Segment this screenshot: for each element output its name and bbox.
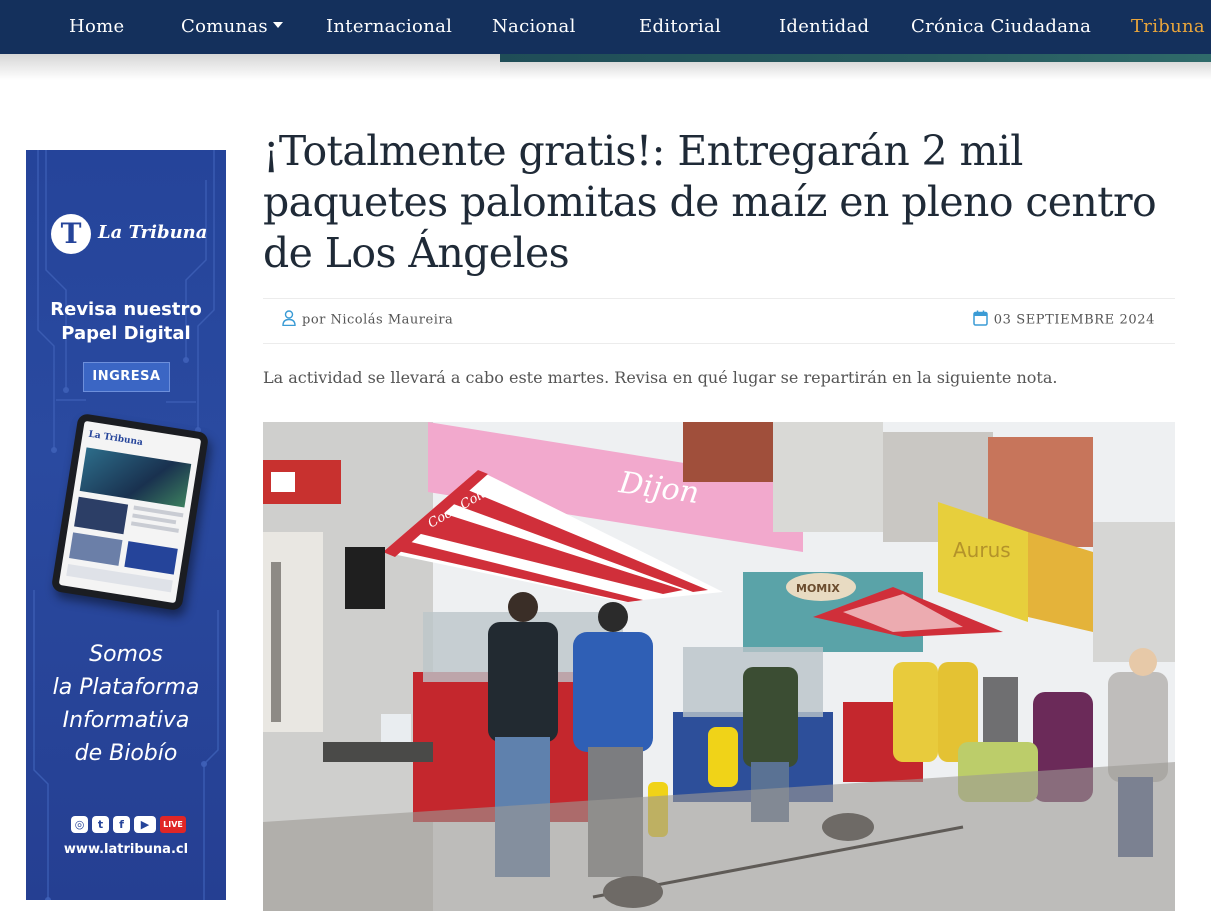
article-photo: Dijon Aurus MOMIX Coca-Cola — [263, 422, 1175, 911]
ad-social-icons: ◎ t f ▶ LIVE — [71, 814, 186, 836]
momix-sign: MOMIX — [796, 582, 840, 595]
ad-slogan-line: de Biobío — [74, 741, 178, 766]
ad-slogan-line: Informativa — [62, 708, 190, 733]
article-lead: La actividad se llevará a cabo este mart… — [263, 368, 1058, 387]
ad-slogan-line: Somos — [89, 642, 163, 667]
nav-accent-bar — [500, 54, 1211, 62]
sidebar-ad-banner[interactable]: T La Tribuna Revisa nuestro Papel Digita… — [26, 150, 226, 900]
article-meta: por Nicolás Maureira 03 SEPTIEMBRE 2024 — [263, 298, 1175, 344]
nav-shadow — [500, 62, 1211, 80]
tablet-block — [124, 541, 178, 575]
twitter-icon: t — [92, 816, 109, 833]
aurus-sign: Aurus — [953, 538, 1011, 562]
nav-nacional[interactable]: Nacional — [492, 15, 576, 39]
nav-identidad[interactable]: Identidad — [779, 15, 869, 39]
ad-slogan-line: la Plataforma — [52, 675, 200, 700]
user-icon — [282, 310, 296, 326]
ad-ingresa-button[interactable]: INGRESA — [83, 362, 170, 392]
ad-headline-line: Papel Digital — [61, 323, 191, 344]
ad-headline-line: Revisa nuestro — [50, 299, 202, 320]
nav-comunas[interactable]: Comunas — [181, 15, 283, 39]
article-author[interactable]: por Nicolás Maureira — [282, 310, 454, 328]
nav-editorial[interactable]: Editorial — [639, 15, 721, 39]
ad-url: www.latribuna.cl — [63, 842, 189, 857]
nav-cronica-ciudadana[interactable]: Crónica Ciudadana — [911, 15, 1091, 39]
article-date: 03 SEPTIEMBRE 2024 — [972, 310, 1155, 328]
logo-mark: T — [51, 214, 91, 254]
street-scene-image: Dijon Aurus MOMIX Coca-Cola — [263, 422, 1175, 911]
date-text: 03 SEPTIEMBRE 2024 — [993, 312, 1155, 328]
instagram-icon: ◎ — [71, 816, 88, 833]
calendar-icon — [972, 310, 988, 326]
tablet-block — [69, 532, 123, 566]
nav-shadow — [0, 54, 500, 80]
tablet-photo — [79, 447, 192, 508]
live-badge: LIVE — [160, 816, 186, 833]
facebook-icon: f — [113, 816, 130, 833]
tablet-screen: La Tribuna — [58, 420, 202, 604]
tablet-illustration: La Tribuna — [50, 412, 210, 612]
nav-comunas-label: Comunas — [181, 16, 268, 37]
author-name: por Nicolás Maureira — [302, 312, 454, 328]
ad-slogan: Somos la Plataforma Informativa de Biobí… — [26, 638, 226, 770]
ad-headline: Revisa nuestro Papel Digital — [26, 298, 226, 346]
nav-home[interactable]: Home — [69, 15, 124, 39]
tablet-block — [74, 496, 129, 535]
nav-tribuna[interactable]: Tribuna — [1131, 15, 1205, 39]
chevron-down-icon — [272, 22, 283, 28]
logo-wordmark: La Tribuna — [98, 222, 208, 243]
la-tribuna-logo: T La Tribuna — [51, 214, 207, 254]
youtube-icon: ▶ — [134, 816, 156, 833]
nav-internacional[interactable]: Internacional — [326, 15, 452, 39]
main-navigation: Home Comunas Internacional Nacional Edit… — [0, 0, 1211, 54]
article-title: ¡Totalmente gratis!: Entregarán 2 mil pa… — [263, 127, 1157, 277]
